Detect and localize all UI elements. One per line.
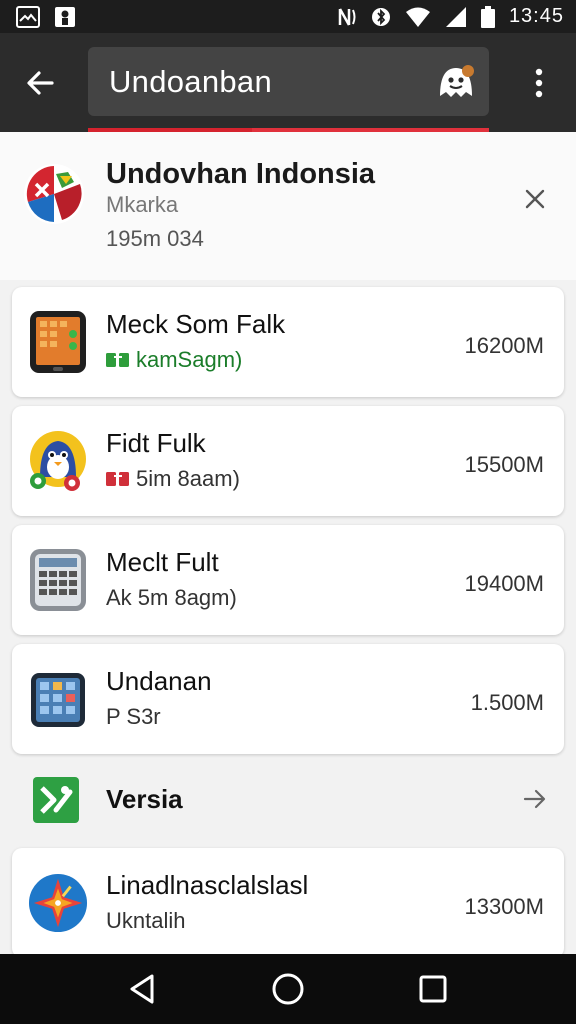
nfc-icon — [337, 6, 357, 28]
app-size: 15500M — [464, 452, 544, 477]
app-subtitle: P S3r — [106, 704, 161, 730]
app-subtitle-text: 5im 8aam) — [136, 466, 240, 491]
calculator-app-icon — [28, 548, 88, 612]
app-list-item[interactable]: Fidt Fulk 5im 8aam) 15500M — [12, 406, 564, 516]
app-size: 1.500M — [470, 690, 544, 715]
app-name: Undanan — [106, 666, 212, 696]
back-button[interactable] — [16, 59, 64, 107]
compass-star-app-icon — [28, 871, 88, 935]
overflow-menu-button[interactable] — [520, 63, 558, 103]
close-icon — [525, 189, 545, 209]
tablet-app-icon — [28, 667, 88, 731]
app-size: 16200M — [464, 333, 544, 358]
search-input-text[interactable]: Undoanban — [109, 64, 272, 100]
ghost-icon — [440, 65, 474, 97]
image-icon — [16, 5, 40, 28]
search-field[interactable]: Undoanban — [88, 47, 489, 116]
penguin-app-icon — [28, 429, 88, 493]
status-bar: 13:45 — [0, 0, 576, 33]
app-subtitle: 5im 8aam) — [106, 466, 240, 492]
nav-home-icon — [272, 973, 304, 1005]
app-subtitle-text: Ukntalih — [106, 908, 186, 933]
app-size: 19400M — [464, 571, 544, 596]
versia-section-row[interactable]: Versia — [0, 762, 576, 838]
signal-icon — [445, 6, 467, 28]
nav-back-icon — [130, 974, 154, 1004]
app-subtitle: Ak 5m 8agm) — [106, 585, 237, 611]
app-name: Meclt Fult — [106, 547, 219, 577]
battery-icon — [480, 5, 495, 28]
header-meta: 195m 034 — [106, 226, 204, 251]
arrow-right-icon — [523, 789, 546, 809]
nav-back-button[interactable] — [119, 965, 167, 1013]
app-list-item[interactable]: Undanan P S3r 1.500M — [12, 644, 564, 754]
app-bar: Undoanban — [0, 33, 576, 132]
app-logo-icon — [24, 164, 84, 224]
nav-home-button[interactable] — [264, 965, 312, 1013]
app-subtitle-text: Ak 5m 8agm) — [106, 585, 237, 610]
more-vert-icon — [535, 68, 543, 98]
status-right: 13:45 — [337, 5, 564, 28]
bluetooth-icon — [371, 6, 391, 28]
content-area: Undovhan Indonsia Mkarka 195m 034 Meck S… — [0, 132, 576, 958]
person-notification-icon — [54, 6, 76, 28]
app-size: 13300M — [464, 894, 544, 919]
green-badge-icon — [106, 353, 129, 367]
app-list-item[interactable]: Linadlnasclalslasl Ukntalih 13300M — [12, 848, 564, 958]
phone-app-icon — [28, 310, 88, 374]
app-list-item[interactable]: Meclt Fult Ak 5m 8agm) 19400M — [12, 525, 564, 635]
app-subtitle-text: P S3r — [106, 704, 161, 729]
app-name: Meck Som Falk — [106, 309, 286, 339]
ghost-button[interactable] — [433, 59, 479, 105]
back-arrow-icon — [27, 71, 54, 95]
app-subtitle: Ukntalih — [106, 908, 185, 934]
app-subtitle-text: kamSagm) — [136, 347, 243, 372]
header-subtitle: Mkarka — [106, 192, 179, 217]
close-button[interactable] — [520, 184, 550, 214]
status-left — [16, 5, 76, 28]
status-time: 13:45 — [508, 5, 564, 27]
system-nav-bar — [0, 954, 576, 1024]
nav-recents-icon — [419, 975, 447, 1003]
red-badge-icon — [106, 472, 129, 486]
app-name: Linadlnasclalslasl — [106, 870, 309, 900]
app-subtitle: kamSagm) — [106, 347, 242, 373]
section-label: Versia — [106, 784, 183, 814]
app-name: Fidt Fulk — [106, 428, 206, 458]
app-list-item[interactable]: Meck Som Falk kamSagm) 16200M — [12, 287, 564, 397]
app-header-card: Undovhan Indonsia Mkarka 195m 034 — [0, 132, 576, 280]
wifi-icon — [405, 6, 431, 28]
nav-recents-button[interactable] — [409, 965, 457, 1013]
versia-icon — [33, 777, 79, 823]
header-title: Undovhan Indonsia — [106, 158, 376, 190]
